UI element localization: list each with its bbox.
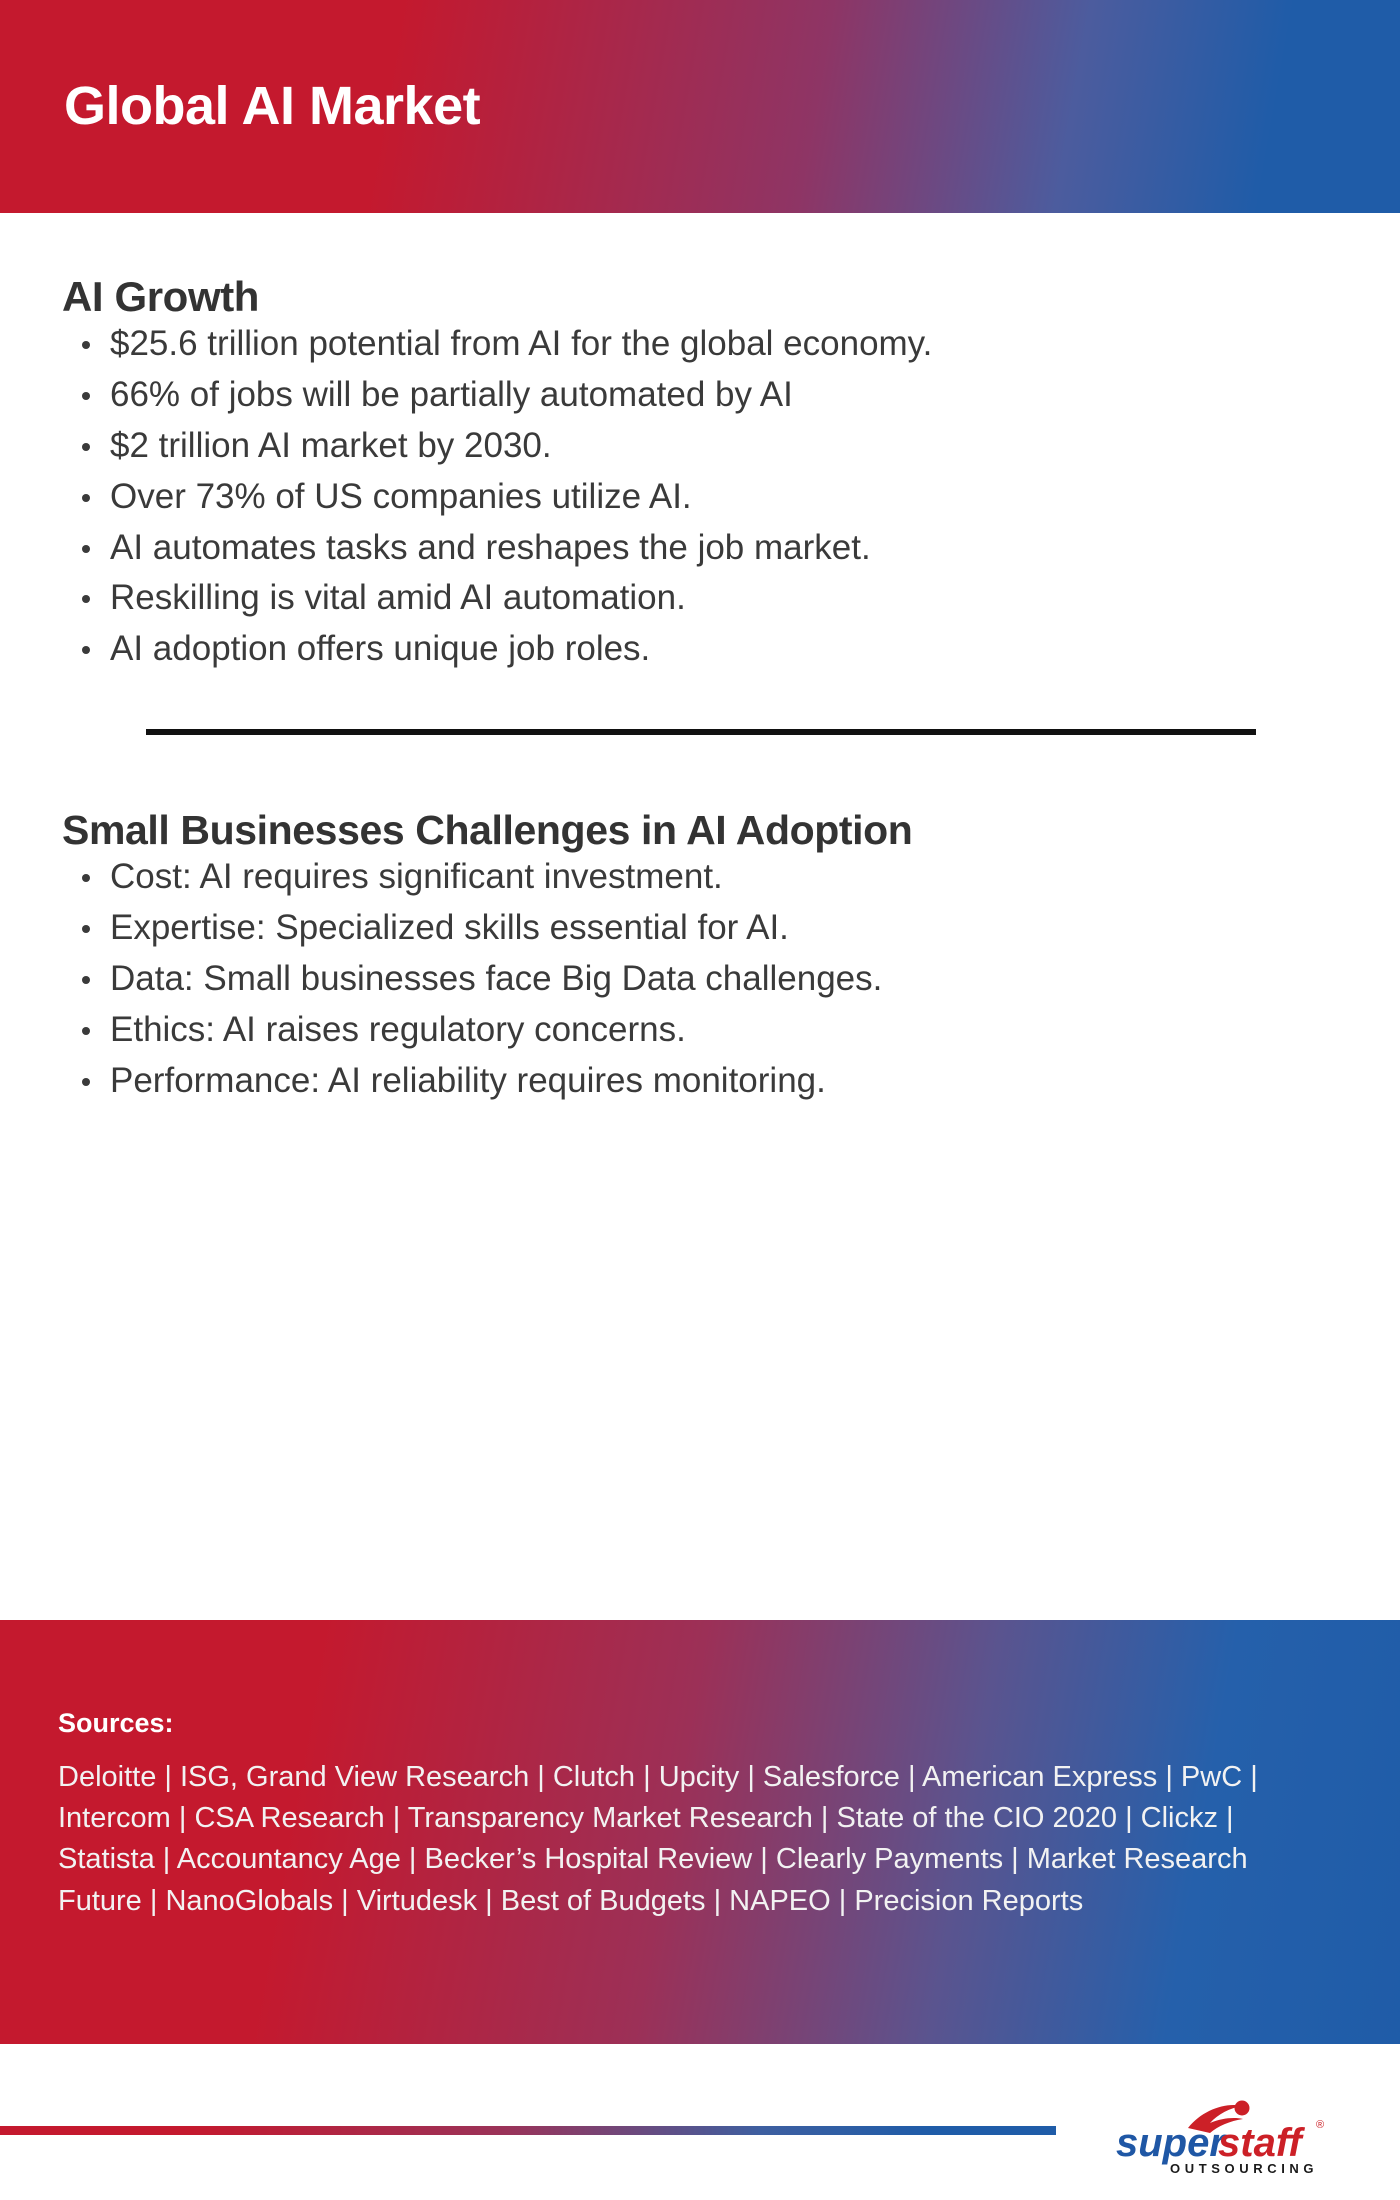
list-item: $2 trillion AI market by 2030. [62,423,1190,470]
list-item: AI adoption offers unique job roles. [62,626,1190,673]
list-item: Ethics: AI raises regulatory concerns. [62,1007,1338,1054]
section-heading-ai-growth: AI Growth [62,273,260,320]
list-item: Performance: AI reliability requires mon… [62,1058,1338,1105]
list-item: Over 73% of US companies utilize AI. [62,474,1190,521]
bottom-gradient-rule [0,2126,1056,2135]
sources-list: Deloitte | ISG, Grand View Research | Cl… [58,1761,1258,1917]
section-heading-small-business-challenges: Small Businesses Challenges in AI Adopti… [62,807,913,854]
list-item: Cost: AI requires significant investment… [62,854,1338,901]
section-divider [146,729,1256,736]
logo-word-staff: staff [1218,2121,1305,2165]
sources-label: Sources: [58,1708,174,1738]
page-title: Global AI Market [64,76,481,137]
list-item: AI automates tasks and reshapes the job … [62,525,1190,572]
superstaff-logo: super staff ® OUTSOURCING [1092,2094,1342,2180]
ai-growth-bullet-list: $25.6 trillion potential from AI for the… [62,321,1338,673]
registered-mark-icon: ® [1316,2119,1324,2131]
logo-tagline: OUTSOURCING [1170,2161,1318,2176]
list-item: Reskilling is vital amid AI automation. [62,575,1190,622]
sources-footer: Sources: Deloitte | ISG, Grand View Rese… [0,1620,1400,2044]
figure-head-icon [1234,2100,1250,2116]
list-item: Expertise: Specialized skills essential … [62,905,1338,952]
challenges-heading-wrap: Small Businesses Challenges in AI Adopti… [62,807,1338,854]
list-item: 66% of jobs will be partially automated … [62,372,1190,419]
challenges-bullet-list: Cost: AI requires significant investment… [62,854,1338,1104]
logo-word-super: super [1116,2121,1227,2165]
header-banner: Global AI Market [0,0,1400,213]
list-item: Data: Small businesses face Big Data cha… [62,956,1338,1003]
main-content: AI Growth $25.6 trillion potential from … [0,213,1400,1105]
list-item: $25.6 trillion potential from AI for the… [62,321,1190,368]
